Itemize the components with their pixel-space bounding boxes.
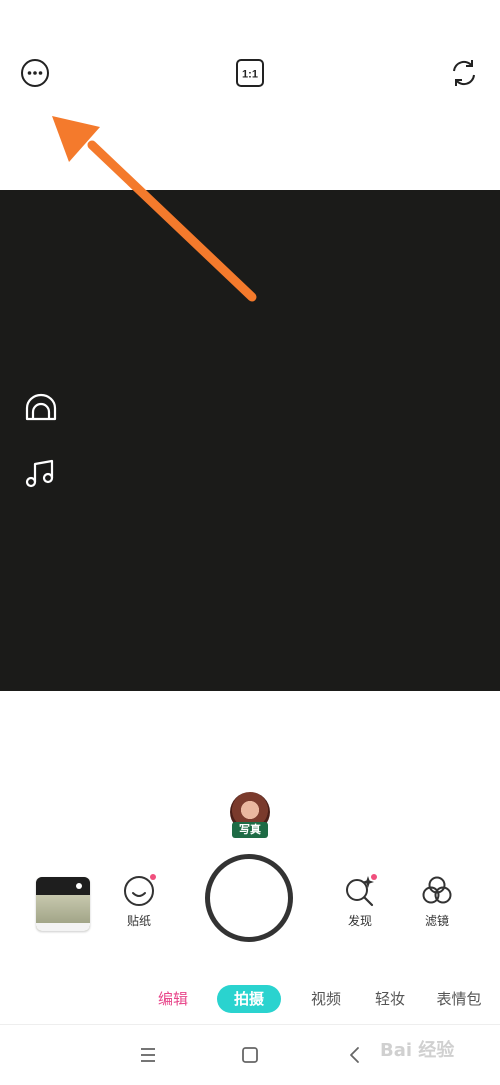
shutter-button[interactable]	[205, 854, 293, 942]
aspect-ratio-icon: 1:1	[236, 59, 264, 87]
new-indicator-dot	[371, 874, 377, 880]
flip-camera-button[interactable]	[448, 57, 480, 89]
nav-home-button[interactable]	[238, 1043, 262, 1067]
mode-tab-makeup[interactable]: 轻妆	[367, 985, 413, 1013]
music-note-icon	[25, 459, 54, 488]
mode-tab-video[interactable]: 视频	[303, 985, 349, 1013]
filter-circles-icon	[422, 876, 452, 904]
discover-button[interactable]: 发现	[335, 874, 385, 929]
mode-tab-emoji[interactable]: 表情包	[428, 985, 490, 1013]
gallery-thumbnail[interactable]	[36, 877, 90, 931]
nav-menu-button[interactable]	[136, 1043, 160, 1067]
ellipsis-circle-icon	[21, 59, 49, 87]
sticker-button[interactable]: 贴纸	[114, 874, 164, 929]
music-button[interactable]	[24, 456, 58, 490]
template-tag: 写真	[232, 822, 268, 838]
aspect-ratio-label: 1:1	[242, 69, 258, 81]
new-indicator-dot	[150, 874, 156, 880]
camera-viewfinder[interactable]	[0, 190, 500, 691]
camera-flip-icon	[453, 60, 475, 86]
watermark-text: Bai 经验	[380, 1040, 455, 1061]
beauty-button[interactable]	[24, 392, 58, 426]
filter-label: 滤镜	[424, 914, 449, 928]
aspect-ratio-button[interactable]: 1:1	[234, 57, 266, 89]
filter-button[interactable]: 滤镜	[412, 874, 462, 929]
back-chevron-icon	[350, 1047, 359, 1063]
mode-tab-shoot[interactable]: 拍摄	[217, 985, 281, 1013]
beauty-face-icon	[25, 393, 57, 421]
discover-label: 发现	[347, 914, 372, 928]
nav-back-button[interactable]	[343, 1043, 367, 1067]
system-navigation-bar: Bai 经验	[0, 1024, 500, 1085]
more-options-button[interactable]	[19, 57, 51, 89]
sticker-label: 贴纸	[126, 914, 151, 928]
template-thumbnail[interactable]: 写真	[228, 792, 272, 838]
menu-icon	[141, 1048, 155, 1062]
mode-tab-edit[interactable]: 编辑	[150, 985, 196, 1013]
home-square-icon	[242, 1047, 258, 1063]
